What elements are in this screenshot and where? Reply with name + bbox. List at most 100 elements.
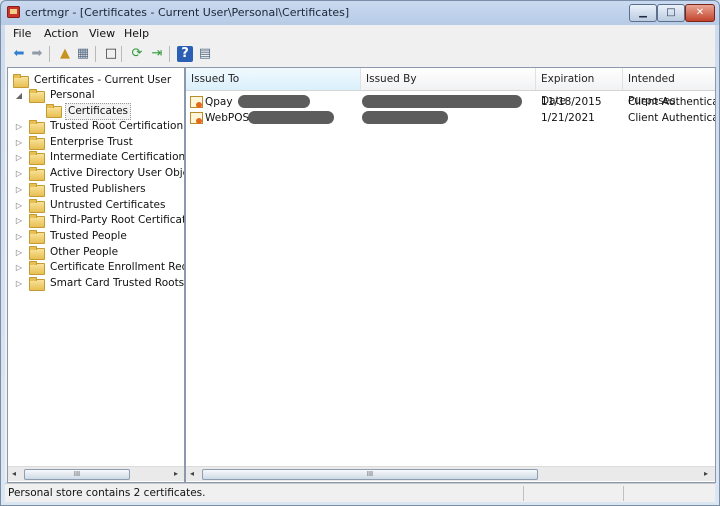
tree-node-personal[interactable]: ◢ Personal — [8, 88, 184, 103]
certmgr-window: certmgr - [Certificates - Current User\P… — [0, 0, 720, 506]
folder-icon — [29, 167, 45, 182]
tree-node-store[interactable]: ▷ Untrusted Certificates — [8, 198, 184, 213]
tree-node-store[interactable]: ▷ Intermediate Certification Au — [8, 150, 184, 166]
tree-node-personal-certificates[interactable]: Certificates — [8, 103, 184, 120]
tree-node-store[interactable]: ▷ Enterprise Trust — [8, 135, 184, 150]
folder-icon — [29, 182, 45, 197]
back-icon[interactable]: ⬅ — [11, 46, 27, 62]
menu-file[interactable]: File — [13, 27, 31, 40]
help-icon[interactable]: ? — [177, 46, 193, 62]
tree-node-label: Certificate Enrollment Reque: — [50, 261, 184, 274]
toolbar-separator — [121, 46, 122, 62]
tree-node-label: Certificates — [65, 103, 132, 120]
list-scroll-left-icon[interactable]: ◂ — [186, 467, 198, 481]
certificate-icon — [190, 112, 203, 124]
certificate-icon — [190, 96, 203, 108]
tree-node-label: Enterprise Trust — [50, 135, 133, 148]
expand-store-icon[interactable]: ▷ — [15, 198, 23, 213]
folder-icon — [13, 74, 29, 88]
folder-icon — [46, 104, 62, 118]
tree-node-label: Trusted People — [50, 229, 127, 242]
tree-node-root[interactable]: Certificates - Current User — [8, 73, 184, 88]
tree-node-label: Personal — [50, 89, 95, 101]
folder-icon — [29, 198, 45, 213]
refresh-icon[interactable]: ⟳ — [129, 46, 145, 62]
tree-scroll-left-icon[interactable]: ◂ — [8, 467, 20, 481]
menu-help[interactable]: Help — [124, 27, 149, 40]
certificate-list[interactable]: Issued To Issued By Expiration Date Inte… — [185, 67, 716, 483]
list-scroll-right-icon[interactable]: ▸ — [700, 467, 712, 481]
tree-node-store[interactable]: ▷ Smart Card Trusted Roots — [8, 276, 184, 291]
expand-store-icon[interactable]: ▷ — [15, 245, 23, 260]
expand-store-icon[interactable]: ▷ — [15, 135, 23, 150]
maximize-button[interactable]: □ — [657, 4, 685, 22]
expand-store-icon[interactable]: ▷ — [15, 119, 23, 134]
tree-horizontal-scrollbar[interactable]: ◂ III ▸ — [8, 466, 184, 481]
tree-node-store[interactable]: ▷ Other People — [8, 245, 184, 260]
redaction-mark — [362, 95, 522, 108]
list-horizontal-scrollbar[interactable]: ◂ III ▸ — [186, 466, 715, 481]
tree-node-store[interactable]: ▷ Active Directory User Object — [8, 166, 185, 182]
expand-store-icon[interactable]: ▷ — [15, 260, 23, 275]
tree-node-label: Smart Card Trusted Roots — [50, 277, 185, 289]
details-pane-icon[interactable]: ▤ — [197, 46, 213, 62]
toolbar: ⬅ ➡ ▲ ▦ □ ⟳ ⇥? ▤ — [5, 43, 715, 66]
list-scroll-thumb[interactable]: III — [202, 469, 538, 480]
menu-view[interactable]: View — [89, 27, 115, 40]
menu-bar: File Action View Help — [5, 25, 715, 43]
properties-icon[interactable]: □ — [103, 46, 119, 62]
cell-issued-to: Qpay — [205, 96, 233, 108]
tree-node-store[interactable]: ▷ Third-Party Root Certification — [8, 213, 184, 229]
redaction-mark — [238, 95, 310, 108]
menu-action[interactable]: Action — [44, 27, 78, 40]
tree-node-label: Third-Party Root Certification — [50, 214, 184, 227]
expand-store-icon[interactable]: ▷ — [15, 229, 23, 244]
status-text: Personal store contains 2 certificates. — [8, 487, 206, 499]
close-button[interactable]: ✕ — [685, 4, 715, 22]
tree-node-label: Trusted Publishers — [50, 182, 146, 195]
folder-icon — [29, 214, 45, 229]
toolbar-separator — [169, 46, 170, 62]
folder-icon — [29, 89, 45, 103]
expand-store-icon[interactable]: ▷ — [15, 166, 23, 181]
minimize-button[interactable]: ▁ — [629, 4, 657, 22]
cell-intended-purposes: Client Authenticati... — [628, 96, 715, 108]
collapse-personal-icon[interactable]: ◢ — [15, 88, 23, 103]
column-header-issued-to[interactable]: Issued To — [186, 68, 361, 90]
folder-icon — [29, 245, 45, 260]
console-tree[interactable]: ◂ III ▸ Certificates - Current User ◢ Pers… — [7, 67, 185, 483]
show-hide-tree-icon[interactable]: ▦ — [75, 46, 91, 62]
tree-node-label: Other People — [50, 245, 119, 258]
console-client-area: ◂ III ▸ Certificates - Current User ◢ Pers… — [5, 65, 716, 483]
tree-node-store[interactable]: ▷ Trusted Publishers — [8, 182, 184, 197]
folder-icon — [29, 229, 45, 244]
folder-icon — [29, 261, 45, 276]
cell-expiration-date: 11/18/2015 — [541, 96, 602, 108]
tree-node-store[interactable]: ▷ Certificate Enrollment Reque: — [8, 260, 184, 276]
folder-icon — [29, 151, 45, 166]
expand-store-icon[interactable]: ▷ — [15, 213, 23, 228]
expand-store-icon[interactable]: ▷ — [15, 182, 23, 197]
cell-intended-purposes: Client Authenticati... — [628, 112, 715, 124]
tree-scroll-right-icon[interactable]: ▸ — [170, 467, 182, 481]
expand-store-icon[interactable]: ▷ — [15, 276, 23, 291]
folder-icon — [29, 277, 45, 291]
up-folder-icon[interactable]: ▲ — [57, 46, 73, 62]
column-header-expiration-date[interactable]: Expiration Date — [536, 68, 623, 107]
tree-node-label: Untrusted Certificates — [50, 198, 166, 211]
tree-node-label: Active Directory User Object — [50, 167, 185, 180]
certmgr-app-icon[interactable] — [7, 6, 20, 18]
forward-icon[interactable]: ➡ — [29, 46, 45, 62]
column-header-intended-purposes[interactable]: Intended Purposes — [623, 68, 715, 107]
redaction-mark — [362, 111, 448, 124]
column-header-issued-by[interactable]: Issued By — [361, 68, 536, 90]
title-bar[interactable]: certmgr - [Certificates - Current User\P… — [1, 1, 719, 25]
tree-node-label: Trusted Root Certification Au — [50, 120, 184, 132]
toolbar-separator — [49, 46, 50, 62]
cell-issued-to: WebPOS — [205, 112, 250, 124]
tree-node-store[interactable]: ▷ Trusted People — [8, 229, 184, 244]
expand-store-icon[interactable]: ▷ — [15, 150, 23, 165]
tree-node-store[interactable]: ▷ Trusted Root Certification Au — [8, 119, 184, 134]
export-list-icon[interactable]: ⇥ — [149, 46, 165, 62]
tree-scroll-thumb[interactable]: III — [24, 469, 130, 480]
